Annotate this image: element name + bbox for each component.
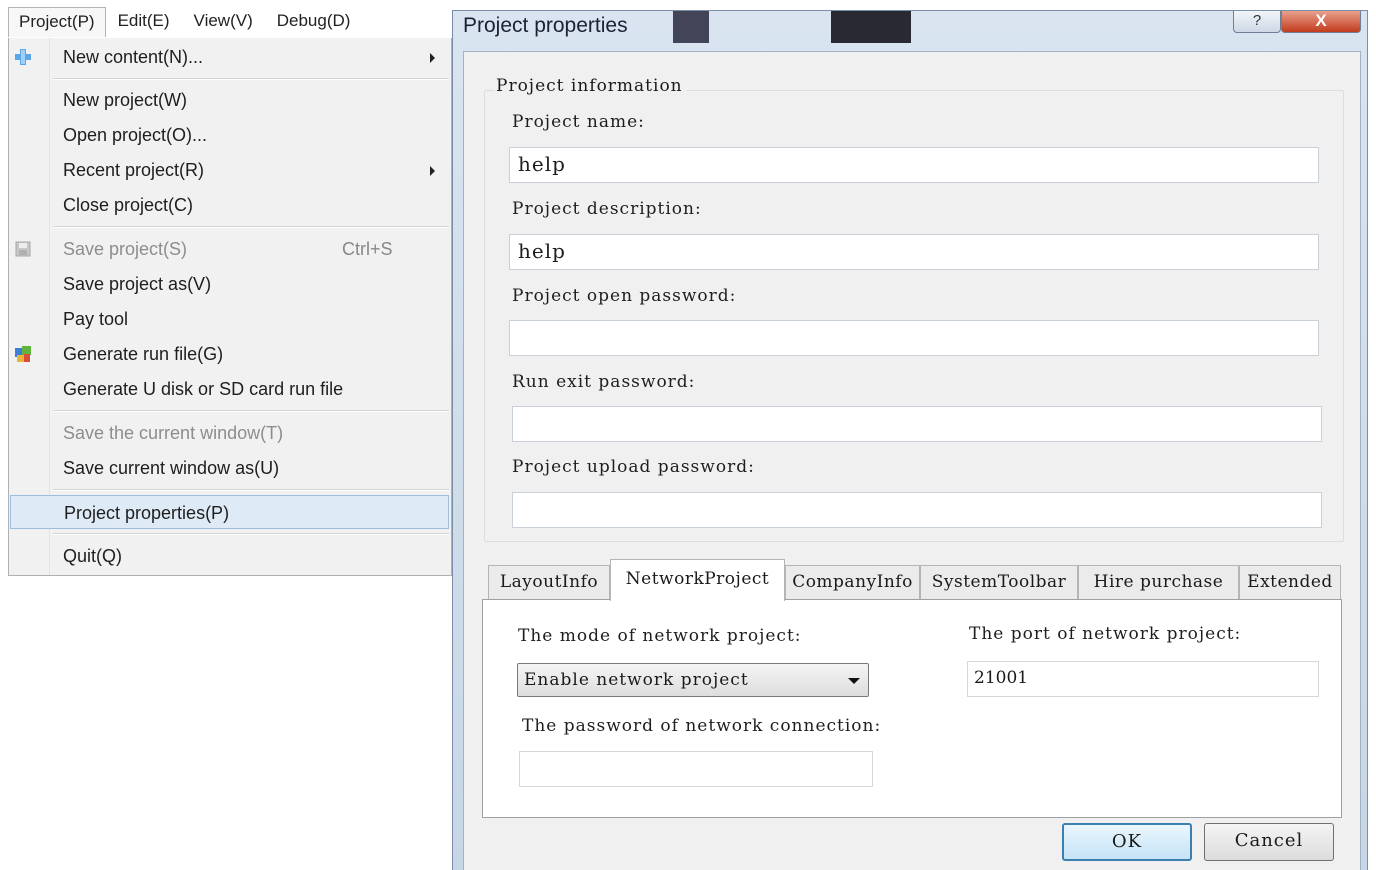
menu-item-recent-project[interactable]: Recent project(R) [9, 153, 451, 187]
menu-separator [53, 410, 449, 412]
menu-item-label: New project(W) [63, 90, 188, 110]
project-name-input[interactable]: help [509, 147, 1319, 183]
project-menu: New content(N)... New project(W) Open pr… [8, 38, 452, 576]
menu-item-label: Generate run file(G) [63, 344, 224, 364]
ok-button[interactable]: OK [1062, 823, 1192, 861]
menu-item-label: Save current window as(U) [63, 458, 280, 478]
network-port-label: The port of network project: [969, 624, 1242, 644]
menu-separator [53, 78, 449, 80]
save-disk-icon [15, 241, 31, 257]
upload-password-input[interactable] [512, 492, 1322, 528]
close-icon: X [1315, 11, 1327, 30]
close-button[interactable]: X [1281, 11, 1361, 33]
project-description-label: Project description: [512, 199, 702, 219]
project-properties-dialog: Project properties ? X Project informati… [452, 10, 1368, 870]
menu-item-project-properties[interactable]: Project properties(P) [10, 495, 449, 529]
menu-item-label: Recent project(R) [63, 160, 205, 180]
menu-edit[interactable]: Edit(E) [106, 7, 182, 37]
upload-password-label: Project upload password: [512, 457, 755, 477]
plus-icon [15, 49, 31, 65]
titlebar-decoration [831, 11, 911, 43]
menu-item-label: Generate U disk or SD card run file [63, 379, 344, 399]
menu-item-save-current-window[interactable]: Save the current window(T) [9, 416, 451, 450]
project-description-input[interactable]: help [509, 234, 1319, 270]
menu-separator [53, 533, 449, 535]
menu-item-shortcut: Ctrl+S [342, 239, 393, 259]
menu-item-label: New content(N)... [63, 47, 204, 67]
dialog-body: Project information Project name: help P… [463, 51, 1361, 870]
menu-item-save-project[interactable]: Save project(S) Ctrl+S [9, 232, 451, 266]
menu-item-save-current-window-as[interactable]: Save current window as(U) [9, 451, 451, 485]
network-port-input[interactable]: 21001 [967, 661, 1319, 697]
menu-item-pay-tool[interactable]: Pay tool [9, 302, 451, 336]
menu-separator [53, 489, 449, 491]
menu-item-open-project[interactable]: Open project(O)... [9, 118, 451, 152]
network-mode-label: The mode of network project: [518, 626, 802, 646]
cancel-button[interactable]: Cancel [1204, 823, 1334, 861]
help-icon: ? [1252, 12, 1262, 29]
network-mode-select[interactable]: Enable network project [517, 663, 869, 697]
help-button[interactable]: ? [1233, 11, 1281, 33]
group-title: Project information [494, 76, 687, 96]
tab-extended[interactable]: Extended [1239, 565, 1341, 600]
open-password-input[interactable] [509, 320, 1319, 356]
menu-separator [53, 226, 449, 228]
menu-item-new-project[interactable]: New project(W) [9, 83, 451, 117]
menu-item-label: Project properties(P) [64, 503, 230, 523]
tab-networkproject[interactable]: NetworkProject [610, 559, 785, 601]
menu-debug[interactable]: Debug(D) [265, 7, 363, 37]
menu-view[interactable]: View(V) [182, 7, 265, 37]
menu-item-new-content[interactable]: New content(N)... [9, 40, 451, 74]
network-project-panel: The mode of network project: Enable netw… [482, 599, 1342, 818]
menu-project[interactable]: Project(P) [8, 7, 106, 37]
menu-item-label: Save project(S) [63, 239, 188, 259]
titlebar-decoration [673, 11, 709, 43]
tab-systemtoolbar[interactable]: SystemToolbar [920, 565, 1078, 600]
menu-item-label: Open project(O)... [63, 125, 208, 145]
project-name-label: Project name: [512, 112, 645, 132]
network-password-input[interactable] [519, 751, 873, 787]
submenu-arrow-icon [430, 53, 435, 63]
dialog-title: Project properties [463, 14, 628, 37]
exit-password-label: Run exit password: [512, 372, 696, 392]
menu-item-label: Save the current window(T) [63, 423, 284, 443]
network-password-label: The password of network connection: [522, 716, 882, 736]
generate-run-file-icon [15, 346, 31, 362]
open-password-label: Project open password: [512, 286, 737, 306]
chevron-down-icon [848, 678, 860, 684]
exit-password-input[interactable] [512, 406, 1322, 442]
menu-item-label: Close project(C) [63, 195, 194, 215]
menu-item-save-project-as[interactable]: Save project as(V) [9, 267, 451, 301]
menu-item-label: Pay tool [63, 309, 129, 329]
menu-item-close-project[interactable]: Close project(C) [9, 188, 451, 222]
network-mode-value: Enable network project [524, 670, 749, 690]
menu-item-generate-run-file[interactable]: Generate run file(G) [9, 337, 451, 371]
background-area [0, 576, 452, 870]
submenu-arrow-icon [430, 166, 435, 176]
menu-item-label: Quit(Q) [63, 546, 123, 566]
menu-item-quit[interactable]: Quit(Q) [9, 539, 451, 573]
menu-bar: Project(P) Edit(E) View(V) Debug(D) [0, 0, 452, 40]
tab-layoutinfo[interactable]: LayoutInfo [488, 565, 610, 600]
menu-item-generate-udisk-run-file[interactable]: Generate U disk or SD card run file [9, 372, 451, 406]
tab-companyinfo[interactable]: CompanyInfo [785, 565, 920, 600]
menu-item-label: Save project as(V) [63, 274, 212, 294]
tab-hire-purchase[interactable]: Hire purchase [1078, 565, 1239, 600]
